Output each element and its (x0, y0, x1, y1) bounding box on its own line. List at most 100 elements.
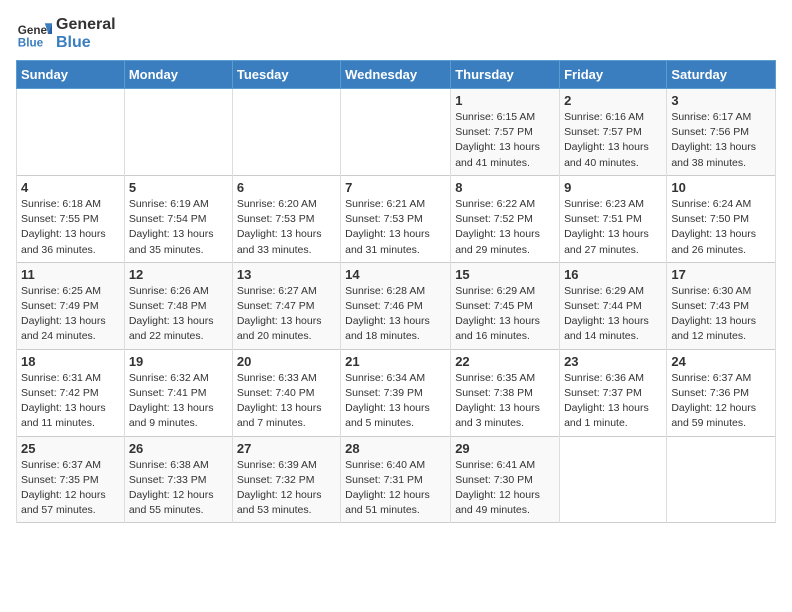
day-info-line: Daylight: 13 hours (21, 315, 106, 327)
day-info-line: Daylight: 13 hours (671, 141, 756, 153)
calendar-cell (232, 89, 340, 176)
calendar-cell: 14 Sunrise: 6:28 AMSunset: 7:46 PMDayligh… (341, 262, 451, 349)
day-number: 6 (237, 180, 336, 195)
day-info-line: and 27 minutes. (564, 244, 639, 256)
calendar-cell: 7Sunrise: 6:21 AMSunset: 7:53 PMDaylight… (341, 175, 451, 262)
day-info: Sunrise: 6:30 AMSunset: 7:43 PMDaylight:… (671, 284, 771, 345)
day-info-line: and 55 minutes. (129, 504, 204, 516)
logo-text-blue: Blue (56, 34, 116, 52)
day-info-line: Sunrise: 6:31 AM (21, 372, 101, 384)
day-info: Sunrise: 6:21 AMSunset: 7:53 PMDaylight:… (345, 197, 446, 258)
col-header-saturday: Saturday (667, 61, 776, 89)
day-number: 29 (455, 441, 555, 456)
day-info-line: Sunset: 7:46 PM (345, 300, 423, 312)
calendar-cell: 24Sunrise: 6:37 AMSunset: 7:36 PMDayligh… (667, 349, 776, 436)
calendar-cell: 25Sunrise: 6:37 AMSunset: 7:35 PMDayligh… (17, 436, 125, 523)
logo: General Blue General Blue (16, 16, 116, 52)
day-info-line: Sunset: 7:39 PM (345, 387, 423, 399)
day-number: 18 (21, 354, 120, 369)
day-info-line: Daylight: 12 hours (345, 489, 430, 501)
day-info-line: Sunset: 7:54 PM (129, 213, 207, 225)
day-number: 8 (455, 180, 555, 195)
day-info: Sunrise: 6:28 AMSunset: 7:46 PMDaylight:… (345, 284, 446, 345)
day-info-line: Daylight: 13 hours (129, 402, 214, 414)
calendar-cell: 2Sunrise: 6:16 AMSunset: 7:57 PMDaylight… (560, 89, 667, 176)
day-info: Sunrise: 6:20 AMSunset: 7:53 PMDaylight:… (237, 197, 336, 258)
day-number: 21 (345, 354, 446, 369)
day-info-line: and 7 minutes. (237, 417, 306, 429)
day-info-line: Sunset: 7:37 PM (564, 387, 642, 399)
day-info-line: and 35 minutes. (129, 244, 204, 256)
day-info-line: Daylight: 13 hours (455, 228, 540, 240)
col-header-wednesday: Wednesday (341, 61, 451, 89)
day-info-line: and 41 minutes. (455, 157, 530, 169)
day-info-line: and 57 minutes. (21, 504, 96, 516)
day-info-line: Sunset: 7:57 PM (564, 126, 642, 138)
day-info-line: Sunset: 7:50 PM (671, 213, 749, 225)
day-number: 25 (21, 441, 120, 456)
day-info-line: and 51 minutes. (345, 504, 420, 516)
day-info-line: Sunrise: 6:26 AM (129, 285, 209, 297)
day-info-line: Sunset: 7:52 PM (455, 213, 533, 225)
calendar-cell: 10Sunrise: 6:24 AMSunset: 7:50 PMDayligh… (667, 175, 776, 262)
day-number: 10 (671, 180, 771, 195)
day-info-line: Sunset: 7:36 PM (671, 387, 749, 399)
day-info-line: Daylight: 13 hours (237, 402, 322, 414)
day-number: 26 (129, 441, 228, 456)
day-info-line: and 9 minutes. (129, 417, 198, 429)
day-info-line: Sunrise: 6:36 AM (564, 372, 644, 384)
day-info-line: and 24 minutes. (21, 330, 96, 342)
calendar-cell: 26Sunrise: 6:38 AMSunset: 7:33 PMDayligh… (124, 436, 232, 523)
day-info-line: Sunset: 7:56 PM (671, 126, 749, 138)
day-info-line: Sunset: 7:43 PM (671, 300, 749, 312)
day-info-line: Sunset: 7:45 PM (455, 300, 533, 312)
day-number: 14 (345, 267, 446, 282)
day-info-line: and 20 minutes. (237, 330, 312, 342)
day-info-line: Daylight: 13 hours (21, 402, 106, 414)
day-info-line: Daylight: 12 hours (237, 489, 322, 501)
day-info-line: Sunrise: 6:17 AM (671, 111, 751, 123)
calendar-cell (17, 89, 125, 176)
logo-text-general: General (56, 16, 116, 34)
day-info-line: Daylight: 13 hours (671, 228, 756, 240)
day-info-line: and 59 minutes. (671, 417, 746, 429)
day-info-line: and 38 minutes. (671, 157, 746, 169)
day-info-line: and 26 minutes. (671, 244, 746, 256)
day-info-line: Daylight: 13 hours (564, 315, 649, 327)
day-info-line: Sunset: 7:42 PM (21, 387, 99, 399)
day-info-line: Daylight: 12 hours (671, 402, 756, 414)
day-info-line: Daylight: 13 hours (237, 228, 322, 240)
calendar-cell: 17Sunrise: 6:30 AMSunset: 7:43 PMDayligh… (667, 262, 776, 349)
day-number: 2 (564, 93, 662, 108)
calendar-cell (560, 436, 667, 523)
day-info: Sunrise: 6:19 AMSunset: 7:54 PMDaylight:… (129, 197, 228, 258)
day-info-line: Sunrise: 6:35 AM (455, 372, 535, 384)
day-info-line: Sunset: 7:57 PM (455, 126, 533, 138)
day-info-line: Daylight: 13 hours (671, 315, 756, 327)
day-info-line: Sunset: 7:48 PM (129, 300, 207, 312)
day-info-line: Sunrise: 6:25 AM (21, 285, 101, 297)
calendar-cell: 12Sunrise: 6:26 AMSunset: 7:48 PMDayligh… (124, 262, 232, 349)
day-info-line: Sunrise: 6:37 AM (21, 459, 101, 471)
day-info-line: Sunset: 7:33 PM (129, 474, 207, 486)
day-info-line: Sunset: 7:55 PM (21, 213, 99, 225)
col-header-sunday: Sunday (17, 61, 125, 89)
col-header-thursday: Thursday (451, 61, 560, 89)
calendar-cell: 28Sunrise: 6:40 AMSunset: 7:31 PMDayligh… (341, 436, 451, 523)
day-info: Sunrise: 6:36 AMSunset: 7:37 PMDaylight:… (564, 371, 662, 432)
day-info-line: Sunrise: 6:18 AM (21, 198, 101, 210)
day-info-line: Sunrise: 6:41 AM (455, 459, 535, 471)
day-info-line: Sunrise: 6:19 AM (129, 198, 209, 210)
day-number: 12 (129, 267, 228, 282)
day-number: 22 (455, 354, 555, 369)
day-info-line: Sunset: 7:31 PM (345, 474, 423, 486)
day-info-line: Sunrise: 6:38 AM (129, 459, 209, 471)
day-info-line: and 3 minutes. (455, 417, 524, 429)
day-info-line: Sunrise: 6:22 AM (455, 198, 535, 210)
day-info-line: Daylight: 13 hours (345, 402, 430, 414)
day-info-line: Sunset: 7:53 PM (237, 213, 315, 225)
day-info: Sunrise: 6:35 AMSunset: 7:38 PMDaylight:… (455, 371, 555, 432)
day-info-line: Daylight: 12 hours (455, 489, 540, 501)
day-info-line: Daylight: 13 hours (345, 315, 430, 327)
col-header-tuesday: Tuesday (232, 61, 340, 89)
